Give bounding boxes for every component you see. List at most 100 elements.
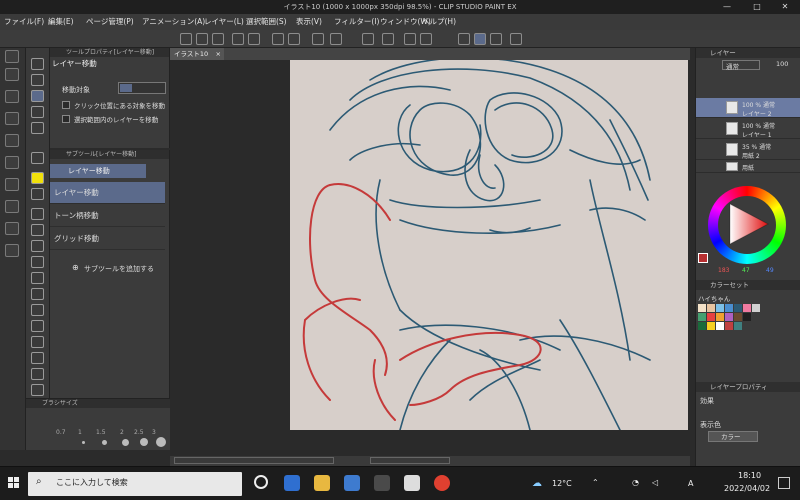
redo-icon[interactable]: [288, 33, 300, 45]
store-icon[interactable]: [344, 475, 360, 491]
layer-row-paper-2[interactable]: 35 % 通常 用紙 2: [696, 140, 800, 160]
subtool-group-tab[interactable]: レイヤー移動: [50, 164, 146, 178]
menu-edit[interactable]: 編集(E): [48, 16, 74, 27]
menu-layer[interactable]: レイヤー(L): [204, 16, 244, 27]
minimize-button[interactable]: —: [712, 0, 742, 14]
swatch[interactable]: [707, 322, 715, 330]
ime-indicator[interactable]: A: [688, 479, 693, 488]
weather-temperature[interactable]: 12°C: [552, 479, 572, 488]
display-color-select[interactable]: カラー: [708, 431, 758, 442]
canvas-tab[interactable]: イラスト10 ×: [170, 48, 224, 60]
blend-mode-select[interactable]: 通常: [722, 60, 760, 71]
menu-animation[interactable]: アニメーション(A): [142, 16, 205, 27]
menu-file[interactable]: ファイル(F): [4, 16, 44, 27]
swatch[interactable]: [734, 313, 742, 321]
selection-layer-checkbox[interactable]: [62, 115, 70, 123]
snap-special-ruler-icon[interactable]: [474, 33, 486, 45]
pencil-tool-icon[interactable]: [31, 188, 44, 200]
sub-view-icon[interactable]: [5, 134, 19, 147]
brush-size-1[interactable]: 1: [78, 429, 82, 436]
swatch[interactable]: [698, 304, 706, 312]
move-target-selector[interactable]: [118, 82, 166, 94]
blend-tool-icon[interactable]: [31, 272, 44, 284]
layer-opacity[interactable]: 100: [776, 60, 788, 68]
swatch[interactable]: [698, 313, 706, 321]
swatch[interactable]: [743, 313, 751, 321]
file-explorer-icon[interactable]: [314, 475, 330, 491]
zoom-slider[interactable]: [174, 457, 334, 464]
material-icon[interactable]: [5, 90, 19, 103]
eraser-tool-icon[interactable]: [31, 256, 44, 268]
eyedropper-tool-icon[interactable]: [31, 152, 44, 164]
menu-help[interactable]: ヘルプ(H): [422, 16, 456, 27]
swatch[interactable]: [716, 304, 724, 312]
fill-icon[interactable]: [362, 33, 374, 45]
figure-tool-icon[interactable]: [31, 320, 44, 332]
subtool-tone-move[interactable]: トーン柄移動: [50, 205, 165, 227]
clear-icon[interactable]: [312, 33, 324, 45]
brush-size-dot[interactable]: [140, 438, 148, 446]
move-layer-tool-icon[interactable]: [31, 90, 44, 102]
color-wheel[interactable]: [708, 186, 786, 264]
subtool-grid-move[interactable]: グリッド移動: [50, 228, 165, 250]
network-icon[interactable]: ◔: [632, 478, 639, 487]
brush-size-0.7[interactable]: 0.7: [56, 429, 66, 436]
swatch[interactable]: [698, 322, 706, 330]
magic-wand-tool-icon[interactable]: [31, 122, 44, 134]
layer-row-2[interactable]: 100 % 通常 レイヤー 2: [696, 98, 800, 118]
task-view-icon[interactable]: [254, 475, 268, 489]
open-file-icon[interactable]: [196, 33, 208, 45]
rotate-slider[interactable]: [370, 457, 450, 464]
weather-icon[interactable]: ☁: [532, 478, 542, 489]
swatch[interactable]: [734, 322, 742, 330]
clock-time[interactable]: 18:10: [738, 471, 761, 480]
brush-size-dot[interactable]: [156, 437, 166, 447]
color-set-name[interactable]: ハイちゃん: [698, 293, 730, 303]
color-set-icon[interactable]: [5, 222, 19, 235]
swatch[interactable]: [734, 304, 742, 312]
export-icon[interactable]: [232, 33, 244, 45]
windows-start-icon[interactable]: [8, 477, 20, 489]
new-file-icon[interactable]: [180, 33, 192, 45]
fill-tool-icon[interactable]: [31, 288, 44, 300]
item-bank-icon[interactable]: [5, 156, 19, 169]
brush-size-dot[interactable]: [82, 441, 85, 444]
menu-selection[interactable]: 選択範囲(S): [246, 16, 287, 27]
animation-icon[interactable]: [5, 244, 19, 257]
frame-tool-icon[interactable]: [31, 336, 44, 348]
zoom-tool-icon[interactable]: [31, 58, 44, 70]
add-subtool-icon[interactable]: ⊕: [72, 263, 79, 272]
select-all-icon[interactable]: [382, 33, 394, 45]
subtool-layer-move[interactable]: レイヤー移動: [50, 182, 165, 204]
gradient-tool-icon[interactable]: [31, 304, 44, 316]
hand-tool-icon[interactable]: [31, 74, 44, 86]
swatch[interactable]: [725, 304, 733, 312]
click-position-checkbox[interactable]: [62, 101, 70, 109]
brush-size-1.5[interactable]: 1.5: [96, 429, 106, 436]
layer-row-paper[interactable]: 用紙: [696, 161, 800, 173]
snap-grid-icon[interactable]: [490, 33, 502, 45]
close-window-button[interactable]: ✕: [770, 0, 800, 14]
canvas-tab-close-icon[interactable]: ×: [216, 48, 221, 60]
pen-tool-icon[interactable]: [31, 172, 44, 184]
system-tray-icon[interactable]: ⌃: [592, 478, 599, 487]
chrome-icon[interactable]: [434, 475, 450, 491]
edge-browser-icon[interactable]: [284, 475, 300, 491]
notification-icon[interactable]: [778, 477, 790, 489]
color-triangle[interactable]: [724, 200, 772, 248]
history-icon[interactable]: [5, 112, 19, 125]
lasso-tool-icon[interactable]: [31, 106, 44, 118]
swatch[interactable]: [725, 313, 733, 321]
clip-studio-paint-app-icon[interactable]: [404, 475, 420, 491]
swatch[interactable]: [752, 304, 760, 312]
swatch[interactable]: [725, 322, 733, 330]
move-target-option-selected[interactable]: [120, 84, 132, 92]
clock-date[interactable]: 2022/04/02: [724, 484, 770, 493]
volume-icon[interactable]: ◁: [652, 478, 658, 487]
brush-tool-icon[interactable]: [31, 208, 44, 220]
add-subtool-label[interactable]: サブツールを追加する: [84, 264, 154, 274]
invert-selection-icon[interactable]: [420, 33, 432, 45]
swatch[interactable]: [707, 313, 715, 321]
current-color-swatch[interactable]: [698, 253, 708, 263]
layer-row-1[interactable]: 100 % 通常 レイヤー 1: [696, 119, 800, 139]
